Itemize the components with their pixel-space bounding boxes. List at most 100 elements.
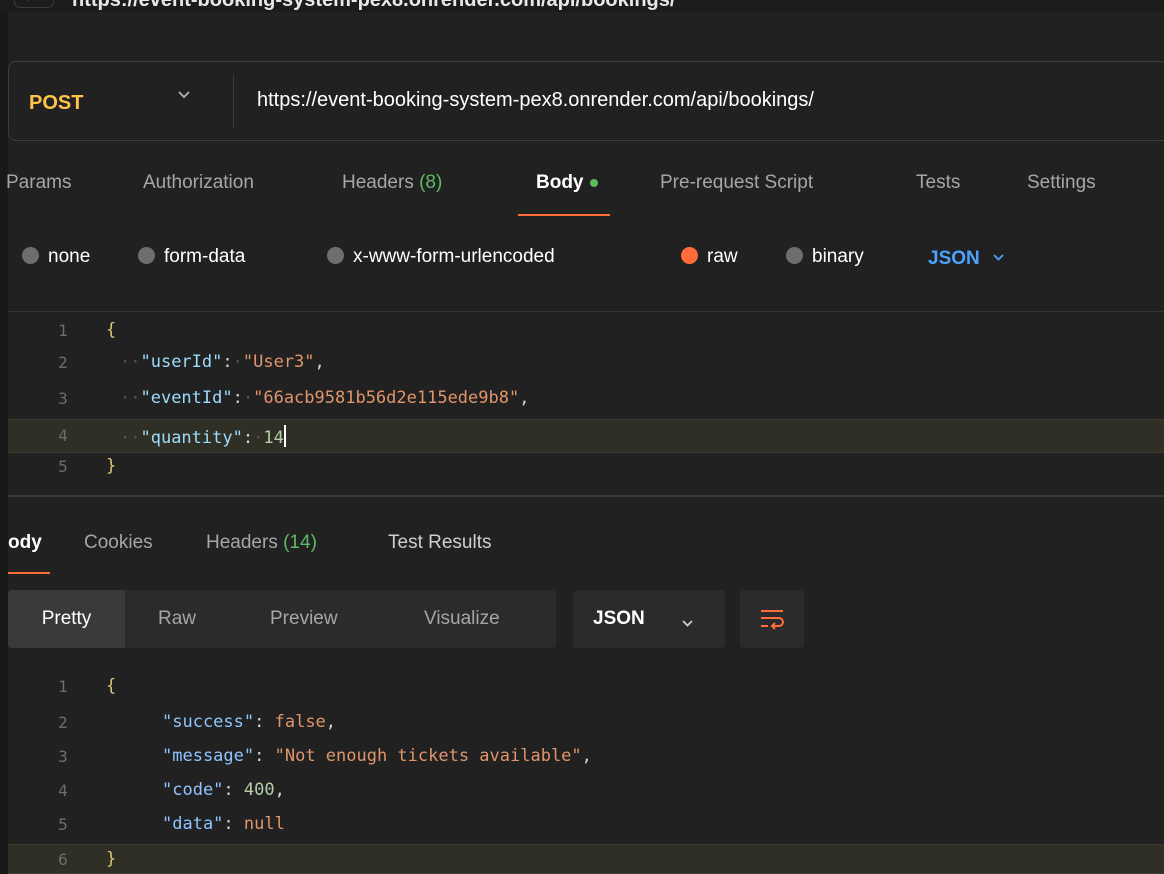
response-format-label: JSON (593, 608, 645, 629)
tab-label: Pre-request Script (660, 172, 814, 193)
tab-response-headers[interactable]: Headers (14) (206, 532, 317, 554)
json-value: null (243, 814, 285, 834)
active-tab-indicator (518, 214, 610, 216)
tab-headers[interactable]: Headers (8) (342, 172, 442, 194)
line-number: 2 (58, 713, 68, 732)
code-line: 3 "message": "Not enough tickets availab… (8, 744, 1164, 770)
json-value: "User3" (242, 352, 315, 372)
json-value: false (274, 712, 326, 732)
json-key: "success" (162, 712, 255, 732)
headers-count: (14) (283, 532, 317, 553)
wrap-lines-icon (761, 610, 784, 630)
method-select[interactable]: POST (29, 92, 83, 115)
body-format-label: JSON (928, 248, 980, 269)
tab-pre-request-script[interactable]: Pre-request Script (660, 172, 813, 194)
radio-label: form-data (164, 246, 246, 267)
code-line-active: 6 } (8, 844, 1164, 874)
code-brace: } (106, 849, 117, 869)
line-number: 5 (58, 457, 68, 476)
tab-settings[interactable]: Settings (1027, 172, 1096, 194)
json-value: "Not enough tickets available" (274, 746, 582, 766)
view-pretty[interactable]: Pretty (8, 590, 125, 648)
radio-label: x-www-form-urlencoded (353, 246, 555, 267)
radio-label: binary (812, 246, 864, 267)
left-edge (0, 0, 8, 874)
line-number: 5 (58, 815, 68, 834)
radio-dot-icon (327, 247, 344, 264)
view-preview[interactable]: Preview (270, 608, 338, 630)
view-visualize[interactable]: Visualize (424, 608, 500, 630)
modified-dot-icon (589, 178, 598, 187)
divider (8, 311, 1164, 312)
line-number: 6 (58, 850, 68, 869)
top-url-strip: ⟵ https://event-booking-system-pex8.onre… (0, 0, 1164, 12)
json-key: "data" (162, 814, 224, 834)
back-arrow-icon[interactable]: ⟵ (14, 0, 54, 8)
line-number: 2 (58, 353, 68, 372)
code-line: 5 } (8, 454, 1164, 480)
tab-label: Headers (206, 532, 278, 553)
line-number: 3 (58, 747, 68, 766)
tab-body[interactable]: Body (536, 172, 598, 194)
tab-cookies[interactable]: Cookies (84, 532, 153, 554)
code-line: 1 { (8, 674, 1164, 700)
json-value: "66acb9581b56d2e115ede9b8" (253, 388, 520, 408)
radio-x-www-form-urlencoded[interactable]: x-www-form-urlencoded (327, 246, 555, 268)
code-line: 5 "data": null (8, 812, 1164, 838)
tab-tests[interactable]: Tests (916, 172, 960, 194)
json-punct: , (581, 746, 592, 766)
response-tabs: ody Cookies Headers (14) Test Results (0, 532, 1164, 572)
code-line: 2 "success": false, (8, 710, 1164, 736)
response-view-toggle: Pretty Raw Preview Visualize (8, 590, 556, 648)
code-brace: { (106, 320, 117, 340)
json-key: "userId" (140, 352, 223, 372)
body-format-select[interactable]: JSON (928, 246, 1005, 270)
json-value: 400 (243, 780, 275, 800)
json-punct: , (314, 352, 325, 372)
tab-params[interactable]: Params (6, 172, 71, 194)
response-format-select[interactable]: JSON (573, 590, 725, 648)
pane-divider[interactable] (8, 495, 1164, 497)
tab-label: Params (6, 172, 72, 193)
line-number: 4 (58, 781, 68, 800)
view-raw[interactable]: Raw (158, 608, 196, 630)
tab-label: Headers (342, 172, 414, 193)
radio-raw[interactable]: raw (681, 246, 738, 268)
text-caret (283, 425, 286, 447)
chevron-down-icon[interactable] (177, 90, 191, 100)
json-punct: , (274, 780, 285, 800)
json-punct: , (325, 712, 337, 732)
url-input[interactable]: https://event-booking-system-pex8.onrend… (257, 89, 814, 112)
radio-none[interactable]: none (22, 246, 90, 268)
radio-binary[interactable]: binary (786, 246, 864, 268)
wrap-lines-button[interactable] (740, 590, 804, 648)
line-number: 1 (58, 677, 68, 696)
radio-label: none (48, 246, 91, 267)
tab-authorization[interactable]: Authorization (143, 172, 254, 194)
chevron-down-icon (681, 612, 694, 634)
json-value: 14 (263, 428, 284, 448)
line-number: 1 (58, 321, 68, 340)
code-line: 2 ··"userId":·"User3", (8, 350, 1164, 376)
tab-label: Tests (916, 172, 961, 193)
tab-test-results[interactable]: Test Results (388, 532, 491, 554)
chevron-down-icon (992, 246, 1005, 268)
radio-label: raw (707, 246, 738, 267)
radio-dot-icon (786, 247, 803, 264)
json-key: "eventId" (140, 388, 233, 408)
tab-label: Body (536, 172, 584, 193)
tab-label: Authorization (143, 172, 254, 193)
top-url-cutoff: https://event-booking-system-pex8.onrend… (72, 0, 676, 11)
code-line: 3 ··"eventId":·"66acb9581b56d2e115ede9b8… (8, 386, 1164, 412)
code-line: 1 { (8, 318, 1164, 344)
active-tab-indicator (8, 572, 50, 574)
tab-response-body[interactable]: ody (8, 532, 42, 554)
radio-form-data[interactable]: form-data (138, 246, 245, 268)
line-number: 3 (58, 389, 68, 408)
json-key: "quantity" (140, 428, 243, 448)
radio-dot-selected-icon (681, 247, 698, 264)
tab-label: Settings (1027, 172, 1096, 193)
code-brace: { (106, 676, 117, 696)
code-line-active: 4 ··"quantity":·14 (8, 419, 1164, 453)
line-number: 4 (58, 426, 68, 445)
